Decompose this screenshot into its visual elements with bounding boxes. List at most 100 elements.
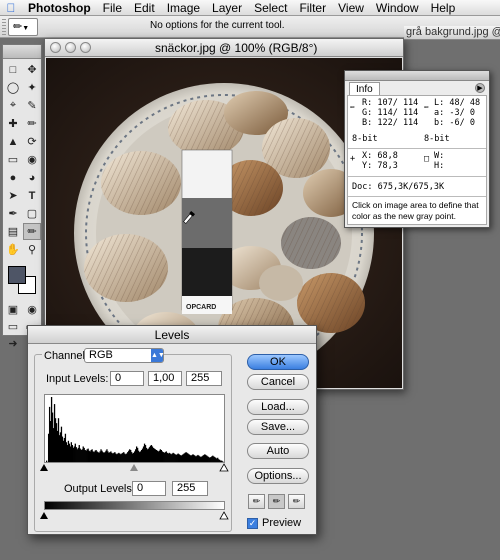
menu-help[interactable]: Help xyxy=(425,0,462,16)
shape-tool-icon[interactable]: ▢ xyxy=(23,205,41,222)
input-levels-label: Input Levels: xyxy=(46,373,109,385)
path-selection-tool-icon[interactable]: ➤ xyxy=(4,187,22,204)
magic-wand-tool-icon[interactable]: ✦ xyxy=(23,79,41,96)
menu-edit[interactable]: Edit xyxy=(128,0,161,16)
minimize-window-icon[interactable] xyxy=(65,42,76,53)
eraser-tool-icon[interactable]: ▭ xyxy=(4,151,22,168)
info-l-value: L: 48/ 48 xyxy=(434,98,481,108)
info-palette-body: ✏ R: 107/ 114 G: 114/ 114 B: 122/ 114 ✏ … xyxy=(347,95,487,225)
input-white-slider[interactable] xyxy=(219,463,229,472)
info-divider xyxy=(348,196,486,197)
hand-tool-icon[interactable]: ✋ xyxy=(4,241,22,258)
marquee-tool-icon[interactable]: □ xyxy=(4,61,22,78)
options-button[interactable]: Options... xyxy=(247,468,309,484)
input-white-field[interactable]: 255 xyxy=(186,371,222,386)
paint-bucket-tool-icon[interactable]: ◉ xyxy=(23,151,41,168)
histogram-bar xyxy=(222,461,224,462)
load-button[interactable]: Load... xyxy=(247,399,309,415)
menu-select[interactable]: Select xyxy=(248,0,293,16)
palette-menu-icon[interactable]: ▶ xyxy=(475,83,485,93)
ok-button[interactable]: OK xyxy=(247,354,309,370)
menu-view[interactable]: View xyxy=(332,0,370,16)
histogram-bar xyxy=(45,460,48,462)
info-bitdepth-left: 8-bit xyxy=(352,134,378,144)
crosshair-icon: + xyxy=(350,154,356,164)
screen-mode-standard-icon[interactable]: ▭ xyxy=(4,318,22,334)
menu-file[interactable]: File xyxy=(97,0,128,16)
input-black-slider[interactable] xyxy=(40,464,48,471)
save-button[interactable]: Save... xyxy=(247,419,309,435)
channel-select-value: RGB xyxy=(89,349,113,361)
output-white-field[interactable]: 255 xyxy=(172,481,208,496)
output-white-slider[interactable] xyxy=(219,511,229,520)
move-tool-icon[interactable]: ✥ xyxy=(23,61,41,78)
menu-bar:  Photoshop File Edit Image Layer Select… xyxy=(0,0,500,16)
notes-tool-icon[interactable]: ▤ xyxy=(4,223,22,240)
crop-tool-icon[interactable]: ⌖ xyxy=(4,97,22,114)
zoom-tool-icon[interactable]: ⚲ xyxy=(23,241,41,258)
history-brush-tool-icon[interactable]: ⟳ xyxy=(23,133,41,150)
eyedropper-icon: ✏ xyxy=(13,21,23,33)
foreground-color-swatch[interactable] xyxy=(8,266,26,284)
app-menu[interactable]: Photoshop xyxy=(22,0,97,16)
auto-button[interactable]: Auto xyxy=(247,443,309,459)
background-document-titlebar[interactable]: grå bakgrund.jpg @ 100% (RGB/8) xyxy=(404,26,500,40)
cancel-button[interactable]: Cancel xyxy=(247,374,309,390)
lasso-tool-icon[interactable]: ◯ xyxy=(4,79,22,96)
dodge-tool-icon[interactable]: ◕ xyxy=(23,169,41,186)
input-black-field[interactable]: 0 xyxy=(110,371,144,386)
output-black-field[interactable]: 0 xyxy=(132,481,166,496)
clone-stamp-tool-icon[interactable]: ▲ xyxy=(4,133,22,150)
toolbox: □ ✥ ◯ ✦ ⌖ ✎ ✚ ✏ ▲ ⟳ ▭ ◉ ● ◕ ➤ T ✒ ▢ ▤ ✏ … xyxy=(2,44,42,350)
info-hint-text: Click on image area to define that color… xyxy=(352,200,479,221)
slice-tool-icon[interactable]: ✎ xyxy=(23,97,41,114)
pen-tool-icon[interactable]: ✒ xyxy=(4,205,22,222)
zoom-window-icon[interactable] xyxy=(80,42,91,53)
info-x-value: X: 68,8 xyxy=(362,151,398,161)
tool-preset-picker[interactable]: ✏▼ xyxy=(8,18,38,36)
document-titlebar[interactable]: snäckor.jpg @ 100% (RGB/8°) xyxy=(45,39,403,57)
info-palette-titlebar[interactable] xyxy=(345,71,489,81)
type-tool-icon[interactable]: T xyxy=(23,187,41,204)
output-black-slider[interactable] xyxy=(40,512,48,519)
healing-brush-tool-icon[interactable]: ✚ xyxy=(4,115,22,132)
standard-mode-icon[interactable]: ▣ xyxy=(4,301,22,317)
white-point-eyedropper-icon[interactable]: ✏ xyxy=(288,494,305,509)
input-gamma-slider[interactable] xyxy=(130,464,138,471)
levels-dialog: Levels Channel: RGB ▲▼ Input Levels: 0 1… xyxy=(27,325,317,535)
options-message: No options for the current tool. xyxy=(150,20,285,31)
channel-select[interactable]: RGB ▲▼ xyxy=(84,348,165,363)
apple-menu-icon[interactable]:  xyxy=(0,1,22,15)
info-bitdepth-right: 8-bit xyxy=(424,134,450,144)
input-gamma-field[interactable]: 1,00 xyxy=(148,371,182,386)
color-well xyxy=(4,262,40,298)
histogram-plot xyxy=(45,397,224,462)
document-title: snäckor.jpg @ 100% (RGB/8°) xyxy=(155,41,318,55)
menu-layer[interactable]: Layer xyxy=(206,0,248,16)
brush-tool-icon[interactable]: ✏ xyxy=(23,115,41,132)
lab-eyedropper-icon: ✏ xyxy=(424,102,430,112)
levels-dialog-title[interactable]: Levels xyxy=(28,326,316,344)
info-divider xyxy=(348,148,486,149)
quick-mask-mode-icon[interactable]: ◉ xyxy=(23,301,41,317)
preview-label: Preview xyxy=(262,517,302,529)
menu-window[interactable]: Window xyxy=(370,0,425,16)
menu-image[interactable]: Image xyxy=(161,0,206,16)
eyedropper-tool-icon[interactable]: ✏ xyxy=(23,223,41,240)
black-point-eyedropper-icon[interactable]: ✏ xyxy=(248,494,265,509)
preview-checkbox[interactable]: ✓ xyxy=(247,518,258,529)
output-levels-label: Output Levels: xyxy=(64,483,135,495)
info-g-value: G: 114/ 114 xyxy=(362,108,419,118)
close-window-icon[interactable] xyxy=(50,42,61,53)
tab-info[interactable]: Info xyxy=(349,82,380,95)
jump-to-imageready-icon[interactable]: ➜ xyxy=(4,335,22,351)
info-w-value: W: xyxy=(434,151,445,161)
gray-point-eyedropper-icon[interactable]: ✏ xyxy=(268,494,285,509)
info-b-value: B: 122/ 114 xyxy=(362,118,419,128)
blur-tool-icon[interactable]: ● xyxy=(4,169,22,186)
options-bar-grip[interactable] xyxy=(2,19,6,35)
info-y-value: Y: 78,3 xyxy=(362,161,398,171)
menu-filter[interactable]: Filter xyxy=(293,0,332,16)
input-sliders xyxy=(40,463,229,472)
toolbox-titlebar[interactable] xyxy=(3,45,41,59)
